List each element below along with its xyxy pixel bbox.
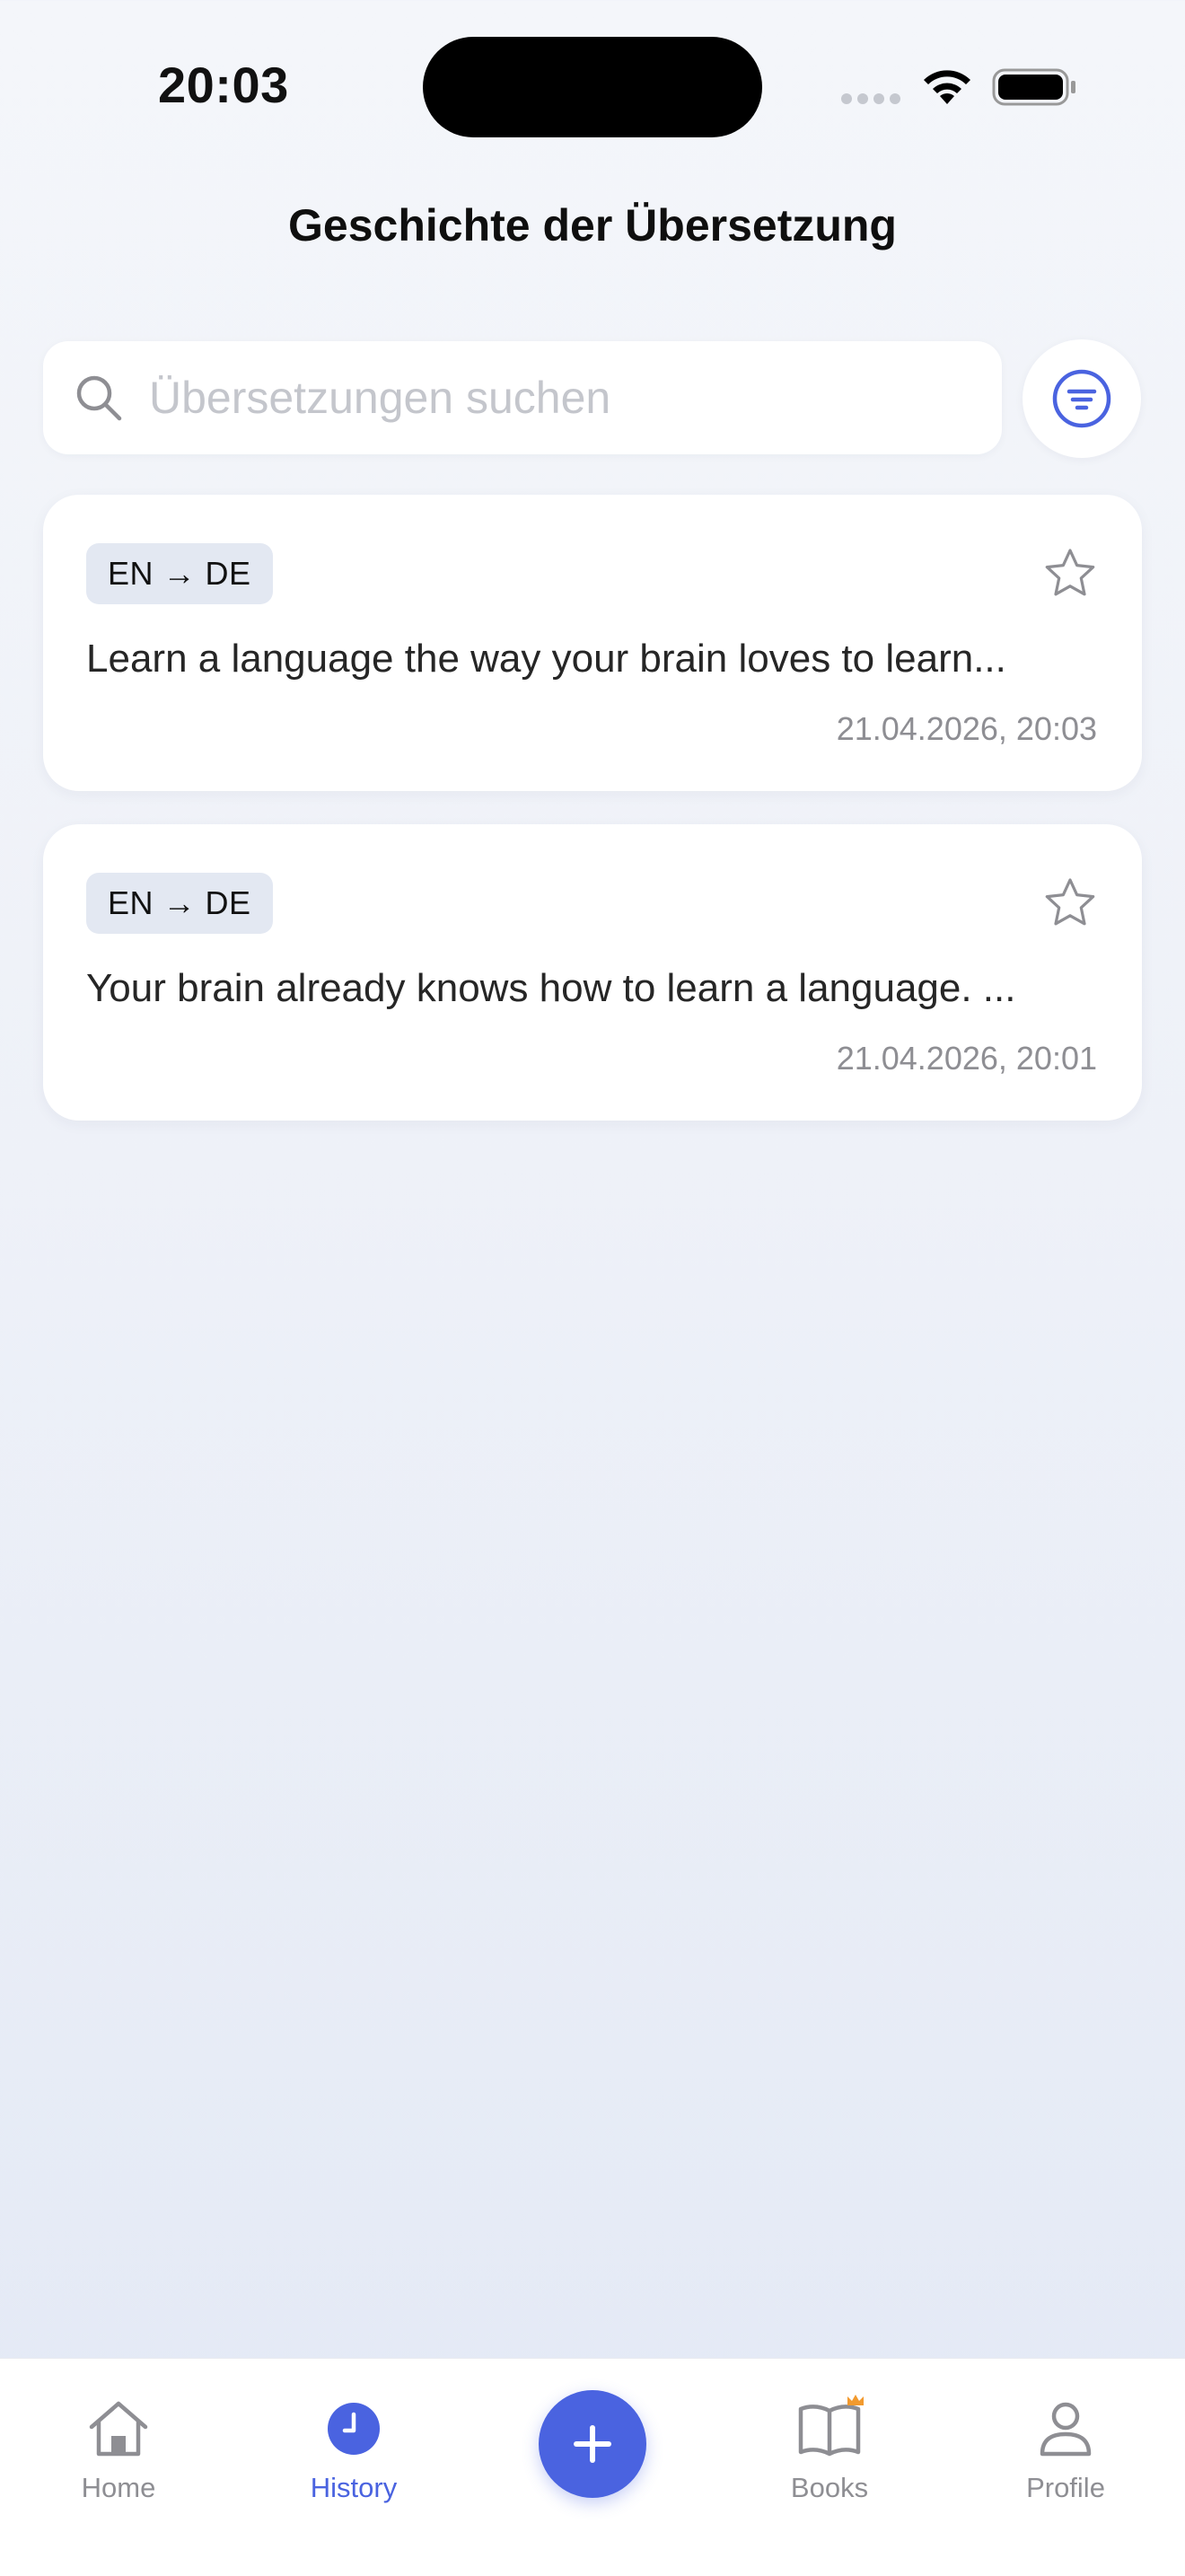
history-card[interactable]: EN → DE Learn a language the way your br… (43, 495, 1142, 791)
translation-preview: Learn a language the way your brain love… (86, 637, 1006, 681)
book-icon (798, 2395, 864, 2457)
search-icon (76, 375, 122, 421)
status-bar: 20:03 (0, 0, 1185, 171)
filter-button[interactable] (1023, 339, 1141, 458)
tab-label: Books (790, 2472, 869, 2503)
search-bar[interactable] (43, 341, 1002, 454)
favorite-star-icon[interactable] (1041, 875, 1099, 932)
tab-label: Home (81, 2472, 156, 2503)
tab-profile[interactable]: Profile (976, 2359, 1155, 2538)
translation-preview: Your brain already knows how to learn a … (86, 966, 1016, 1010)
tab-label: History (310, 2472, 398, 2503)
page-title: Geschichte der Übersetzung (288, 200, 897, 251)
filter-icon (1052, 369, 1111, 428)
plus-icon (574, 2425, 611, 2463)
language-pair-badge: EN → DE (86, 873, 273, 934)
history-card[interactable]: EN → DE Your brain already knows how to … (43, 824, 1142, 1121)
wifi-icon (924, 70, 970, 104)
person-icon (1040, 2402, 1092, 2457)
add-translation-button[interactable] (539, 2390, 646, 2498)
search-input[interactable] (147, 361, 959, 435)
cellular-signal-icon (841, 93, 900, 106)
dynamic-island (423, 37, 762, 137)
tab-history[interactable]: History (264, 2359, 443, 2538)
battery-icon (992, 68, 1075, 106)
translation-date: 21.04.2026, 20:01 (836, 1040, 1097, 1077)
tab-books[interactable]: Books (740, 2359, 919, 2538)
status-time: 20:03 (158, 57, 289, 113)
language-pair-badge: EN → DE (86, 543, 273, 604)
clock-icon (328, 2403, 380, 2455)
house-icon (89, 2401, 148, 2457)
crown-icon (847, 2395, 864, 2405)
translation-date: 21.04.2026, 20:03 (836, 710, 1097, 747)
favorite-star-icon[interactable] (1041, 545, 1099, 602)
tab-home[interactable]: Home (29, 2359, 208, 2538)
tab-label: Profile (1026, 2472, 1105, 2503)
